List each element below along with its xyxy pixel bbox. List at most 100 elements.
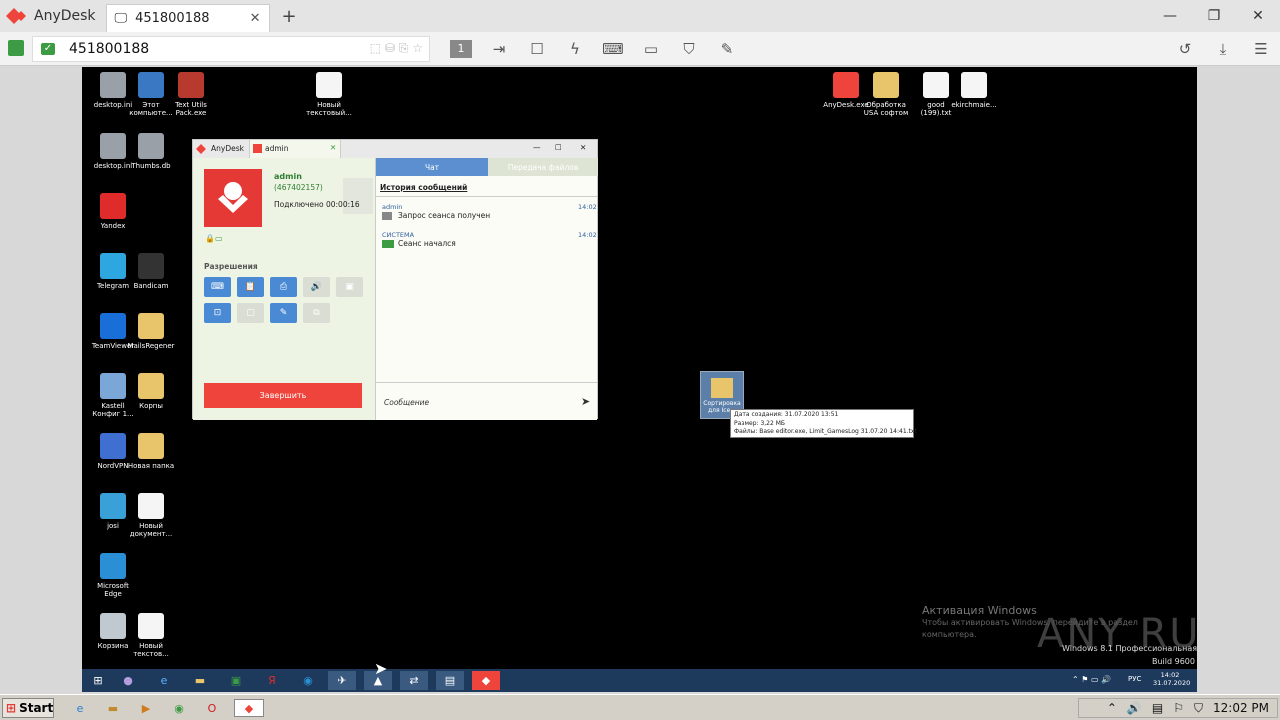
desktop-icon[interactable]: Новый текстовый... bbox=[305, 72, 353, 117]
inner-maximize-button[interactable]: ☐ bbox=[555, 143, 562, 152]
session-tab[interactable]: 🖵 451800188 ✕ bbox=[105, 4, 270, 32]
request-icon bbox=[382, 212, 392, 220]
activation-text-2: компьютера. bbox=[922, 630, 977, 639]
store-icon[interactable]: ▣ bbox=[222, 671, 250, 690]
check-icon: ✓ bbox=[41, 42, 55, 55]
alice-icon[interactable]: ● bbox=[114, 671, 142, 690]
inner-clock[interactable]: 14:02 31.07.2020 bbox=[1153, 671, 1190, 687]
tray-flag-icon[interactable]: ⚐ bbox=[1173, 701, 1184, 715]
desktop-icon-image bbox=[178, 72, 204, 98]
desktop-icon[interactable]: MailsRegener bbox=[127, 313, 175, 350]
inner-close-button[interactable]: ✕ bbox=[580, 143, 586, 152]
tab-chat[interactable]: Чат bbox=[376, 158, 488, 176]
tray-shield-icon[interactable]: ⛉ bbox=[1194, 701, 1203, 716]
desktop-icon-image bbox=[138, 373, 164, 399]
anydesk-taskbar-icon[interactable]: ◆ bbox=[472, 671, 500, 690]
computer-icon[interactable]: ▤ bbox=[436, 671, 464, 690]
close-user-tab-icon[interactable]: ✕ bbox=[330, 143, 336, 152]
permissions-shield-icon[interactable]: ⛉ bbox=[670, 32, 708, 66]
close-tab-icon[interactable]: ✕ bbox=[250, 11, 261, 26]
minimize-button[interactable]: — bbox=[1148, 0, 1192, 32]
desktop-icon[interactable]: Корпы bbox=[127, 373, 175, 410]
connection-timer: Подключено 00:00:16 bbox=[274, 200, 360, 209]
history-icon[interactable]: ↺ bbox=[1166, 32, 1204, 66]
mouse-cursor-icon: ➤ bbox=[374, 659, 388, 678]
perm-clipboard-icon[interactable]: 📋 bbox=[237, 277, 264, 297]
keyboard-icon[interactable]: ⌨ bbox=[594, 32, 632, 66]
perm-sound-icon[interactable]: 🔊 bbox=[303, 277, 330, 297]
menu-icon[interactable]: ☰ bbox=[1242, 32, 1280, 66]
start-button[interactable]: ⊞ Start bbox=[2, 698, 54, 718]
actions-icon[interactable]: ϟ bbox=[556, 32, 594, 66]
desktop-icon[interactable]: Новый текстов... bbox=[127, 613, 175, 658]
desktop-icon[interactable]: Thumbs.db bbox=[127, 133, 175, 170]
teamviewer-icon[interactable]: ⇄ bbox=[400, 671, 428, 690]
desktop-icon-label: Yandex bbox=[100, 222, 126, 230]
desktop-icon[interactable]: Обработка USA софтом bbox=[862, 72, 910, 117]
desktop-icon[interactable]: Text Utils Pack.exe bbox=[167, 72, 215, 117]
media-quicklaunch-icon[interactable]: ▶ bbox=[136, 699, 156, 717]
download-icon[interactable]: ⤓ bbox=[1204, 32, 1242, 66]
desktop-icon[interactable]: Bandicam bbox=[127, 253, 175, 290]
close-window-button[interactable]: ✕ bbox=[1236, 0, 1280, 32]
end-session-button[interactable]: Завершить bbox=[204, 383, 362, 408]
tray-network-icon[interactable]: ▤ bbox=[1152, 701, 1163, 715]
tab-file-transfer[interactable]: Передача файлов bbox=[488, 158, 598, 176]
inner-user-tab[interactable]: admin ✕ bbox=[249, 140, 341, 158]
clock[interactable]: 12:02 PM bbox=[1213, 701, 1269, 715]
desktop-icon-image bbox=[138, 433, 164, 459]
view-icon[interactable]: ▭ bbox=[632, 32, 670, 66]
address-bar[interactable]: ✓ 451800188 ⬚ ⛁ ⎘ ☆ bbox=[32, 35, 430, 62]
perm-file-icon[interactable]: ⎙ bbox=[270, 277, 297, 297]
explorer-icon[interactable]: ▬ bbox=[186, 671, 214, 690]
chrome-quicklaunch-icon[interactable]: ◉ bbox=[169, 699, 189, 717]
file-transfer-icon[interactable]: ⇥ bbox=[480, 32, 518, 66]
history-title: История сообщений bbox=[380, 183, 468, 192]
folder-quicklaunch-icon[interactable]: ▬ bbox=[103, 699, 123, 717]
desktop-icon[interactable]: ekirchmaie... bbox=[950, 72, 998, 109]
ie-quicklaunch-icon[interactable]: e bbox=[70, 699, 90, 717]
chat-icon[interactable]: ☐ bbox=[518, 32, 556, 66]
perm-privacy-icon[interactable]: ▢ bbox=[237, 303, 264, 323]
perm-draw-icon[interactable]: ✎ bbox=[270, 303, 297, 323]
new-tab-button[interactable]: + bbox=[282, 6, 297, 27]
perm-record-icon[interactable]: ⧉ bbox=[303, 303, 330, 323]
telegram-icon[interactable]: ✈ bbox=[328, 671, 356, 690]
desktop-icon-image bbox=[873, 72, 899, 98]
whiteboard-pen-icon[interactable]: ✎ bbox=[708, 32, 746, 66]
user-name: admin bbox=[274, 172, 302, 181]
edge-icon[interactable]: ◉ bbox=[294, 671, 322, 690]
display-button[interactable]: 1 bbox=[442, 32, 480, 66]
desktop-icon-image bbox=[833, 72, 859, 98]
perm-lock-screen-icon[interactable]: ⊡ bbox=[204, 303, 231, 323]
desktop-icon-image bbox=[100, 373, 126, 399]
desktop-icon[interactable]: Новый документ... bbox=[127, 493, 175, 538]
opera-quicklaunch-icon[interactable]: O bbox=[202, 699, 222, 717]
maximize-button[interactable]: ❐ bbox=[1192, 0, 1236, 32]
tray-arrow-icon[interactable]: ⌃ bbox=[1107, 701, 1117, 715]
chat-pane: Чат Передача файлов История сообщений ad… bbox=[375, 158, 598, 420]
perm-screen-icon[interactable]: ▣ bbox=[336, 277, 363, 297]
inner-minimize-button[interactable]: — bbox=[533, 143, 541, 152]
remote-desktop[interactable]: desktop.ini Этот компьюте... Text Utils Pa… bbox=[82, 67, 1197, 692]
message-input[interactable]: Сообщение bbox=[384, 398, 429, 407]
anydesk-tab-bar: AnyDesk 🖵 451800188 ✕ + — ❐ ✕ bbox=[0, 0, 1280, 32]
ie-icon[interactable]: e bbox=[150, 671, 178, 690]
app-name: AnyDesk bbox=[34, 8, 96, 24]
send-icon[interactable]: ➤ bbox=[581, 395, 590, 408]
perm-keyboard-mouse-icon[interactable]: ⌨ bbox=[204, 277, 231, 297]
desktop-icon-label: MailsRegener bbox=[127, 342, 175, 350]
desktop-icon-label: Thumbs.db bbox=[131, 162, 171, 170]
desktop-icon[interactable]: Новая папка bbox=[127, 433, 175, 470]
anydesk-task-button[interactable]: ◆ bbox=[234, 699, 264, 717]
windows-edition: Windows 8.1 Профессиональная bbox=[1062, 644, 1197, 653]
desktop-icon-label: Новый текстовый... bbox=[306, 101, 352, 117]
language-indicator[interactable]: РУС bbox=[1128, 675, 1141, 683]
desktop-icon-image bbox=[100, 613, 126, 639]
tray-icons[interactable]: ⌃ ⚑ ▭ 🔊 bbox=[1072, 675, 1111, 684]
desktop-icon[interactable]: Yandex bbox=[89, 193, 137, 230]
yandex-icon[interactable]: Я bbox=[258, 671, 286, 690]
windows-start-icon[interactable]: ⊞ bbox=[84, 671, 112, 690]
tray-sound-icon[interactable]: 🔊 bbox=[1127, 701, 1142, 715]
desktop-icon[interactable]: Microsoft Edge bbox=[89, 553, 137, 598]
